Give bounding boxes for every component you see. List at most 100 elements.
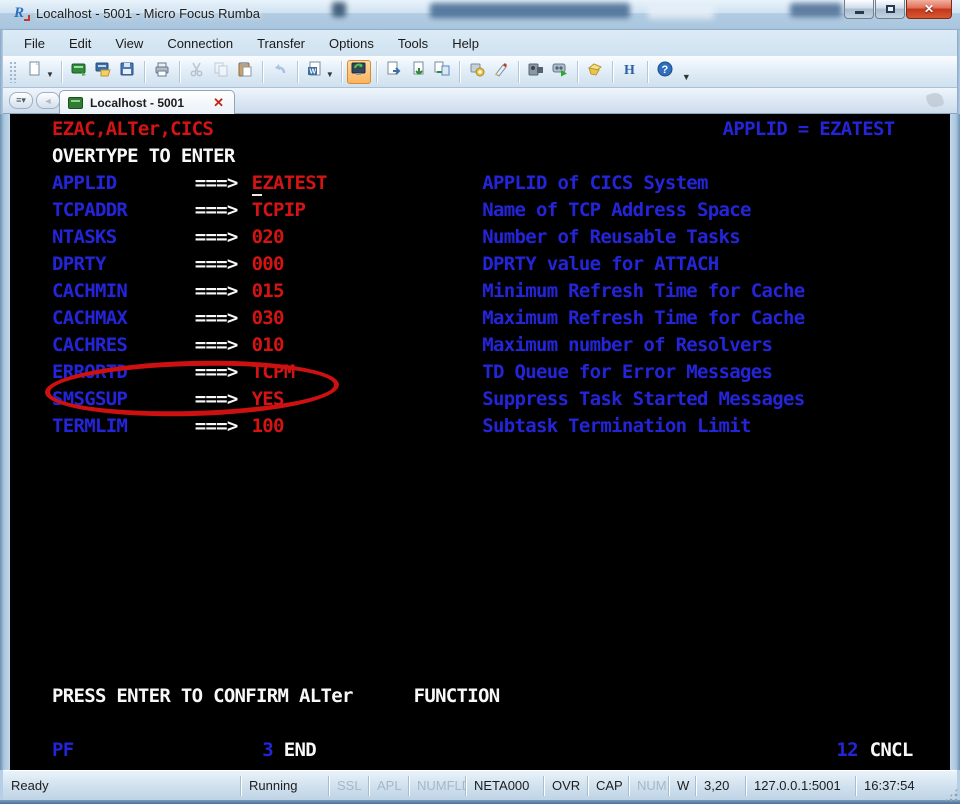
terminal-field-row: DPRTY===>000DPRTY value for ATTACH <box>10 253 951 280</box>
field-description: DPRTY value for ATTACH <box>482 253 718 275</box>
field-description: APPLID of CICS System <box>482 172 708 194</box>
paste-button[interactable] <box>233 60 257 84</box>
hotspots-button[interactable]: H <box>618 60 642 84</box>
print-screen-button[interactable] <box>150 60 174 84</box>
field-value-smsgsup[interactable]: YES <box>252 388 284 410</box>
menu-edit[interactable]: Edit <box>60 33 100 54</box>
tab-scroll-back-button[interactable]: ◄ <box>36 92 60 109</box>
close-icon: ✕ <box>924 2 934 16</box>
field-description: Number of Reusable Tasks <box>482 226 740 248</box>
field-value-dprty[interactable]: 000 <box>252 253 284 275</box>
tab-close-icon[interactable]: ✕ <box>211 95 226 111</box>
toolbar-grip[interactable] <box>9 61 16 83</box>
terminal-3270-icon <box>68 97 83 109</box>
window-title: Localhost - 5001 - Micro Focus Rumba <box>36 6 260 21</box>
field-value-termlim[interactable]: 100 <box>252 415 284 437</box>
tab-localhost-5001[interactable]: Localhost - 5001 ✕ <box>59 90 235 114</box>
terminal-field-row: TCPADDR===>TCPIPName of TCP Address Spac… <box>10 199 951 226</box>
session-configuration-button[interactable] <box>465 60 489 84</box>
menu-view[interactable]: View <box>106 33 152 54</box>
field-value-errortd[interactable]: TCPM <box>252 361 295 383</box>
pf-key-12[interactable]: 12 <box>836 739 857 761</box>
restore-button[interactable] <box>875 0 905 19</box>
toolbar-separator <box>647 61 648 83</box>
menu-options[interactable]: Options <box>320 33 383 54</box>
receive-file-button[interactable] <box>406 60 430 84</box>
cut-button[interactable] <box>185 60 209 84</box>
close-button[interactable]: ✕ <box>906 0 952 19</box>
new-session-button[interactable] <box>23 60 47 84</box>
undo-button[interactable] <box>268 60 292 84</box>
dropdown-caret-icon[interactable]: ▼ <box>46 70 54 79</box>
undo-icon <box>271 60 289 83</box>
paste-icon <box>236 60 254 83</box>
field-description: Maximum number of Resolvers <box>482 334 772 356</box>
toolbar-separator <box>577 61 578 83</box>
connect-icon <box>350 60 368 83</box>
terminal-field-row: TERMLIM===>100Subtask Termination Limit <box>10 415 951 442</box>
cut-icon <box>188 60 206 83</box>
terminal-screen[interactable]: EZAC,ALTer,CICSAPPLID = EZATESTOVERTYPE … <box>10 114 951 770</box>
pf-key-3[interactable]: 3 <box>262 739 273 761</box>
field-description: Maximum Refresh Time for Cache <box>482 307 804 329</box>
display-colors-button[interactable] <box>489 60 513 84</box>
applid-header: APPLID = EZATEST <box>723 118 895 140</box>
menu-tools[interactable]: Tools <box>389 33 437 54</box>
toolbar: ▼W▼H?▼ <box>3 56 957 88</box>
help-icon: ? <box>656 60 674 83</box>
toolbar-overflow-icon[interactable]: ▼ <box>682 72 691 82</box>
hotspots-icon: H <box>621 60 639 83</box>
macro-play-button[interactable] <box>548 60 572 84</box>
status-neta000: NETA000 <box>465 776 543 796</box>
window-border-right <box>950 114 960 770</box>
field-label-cachres: CACHRES <box>52 334 127 356</box>
keyboard-map-button[interactable] <box>583 60 607 84</box>
quick-connect-button[interactable] <box>67 60 91 84</box>
macro-record-button[interactable] <box>524 60 548 84</box>
office-export-button[interactable]: W <box>303 60 327 84</box>
transfer-file-button[interactable] <box>430 60 454 84</box>
toolbar-separator <box>179 61 180 83</box>
menu-file[interactable]: File <box>15 33 54 54</box>
print-screen-icon <box>153 60 171 83</box>
field-value-applid[interactable]: EZATEST <box>252 172 327 194</box>
minimize-button[interactable] <box>844 0 874 19</box>
send-file-button[interactable] <box>382 60 406 84</box>
save-button[interactable] <box>115 60 139 84</box>
field-arrow: ===> <box>195 199 238 221</box>
field-value-cachmin[interactable]: 015 <box>252 280 284 302</box>
display-colors-icon <box>492 60 510 83</box>
terminal-message-row: PRESS ENTER TO CONFIRM ALTerFUNCTION <box>10 685 951 712</box>
field-value-ntasks[interactable]: 020 <box>252 226 284 248</box>
status-num: NUM <box>628 776 668 796</box>
field-value-cachmax[interactable]: 030 <box>252 307 284 329</box>
copy-icon <box>212 60 230 83</box>
field-arrow: ===> <box>195 361 238 383</box>
tab-menu-button[interactable]: ≡▾ <box>9 92 33 109</box>
menu-help[interactable]: Help <box>443 33 488 54</box>
field-value-tcpaddr[interactable]: TCPIP <box>252 199 306 221</box>
terminal-field-row: CACHMAX===>030Maximum Refresh Time for C… <box>10 307 951 334</box>
background-window-fragment <box>430 3 630 18</box>
field-label-cachmax: CACHMAX <box>52 307 127 329</box>
connect-button[interactable] <box>347 60 371 84</box>
open-session-icon <box>94 60 112 83</box>
field-description: Minimum Refresh Time for Cache <box>482 280 804 302</box>
terminal-field-row: CACHMIN===>015Minimum Refresh Time for C… <box>10 280 951 307</box>
send-file-icon <box>385 60 403 83</box>
dropdown-caret-icon[interactable]: ▼ <box>326 70 334 79</box>
field-value-cachres[interactable]: 010 <box>252 334 284 356</box>
open-session-button[interactable] <box>91 60 115 84</box>
menu-transfer[interactable]: Transfer <box>248 33 314 54</box>
field-label-ntasks: NTASKS <box>52 226 116 248</box>
macro-record-icon <box>527 60 545 83</box>
window-border-bottom <box>0 800 960 804</box>
page-peel-icon <box>925 91 944 109</box>
status-w: W <box>668 776 695 796</box>
terminal-header-row: EZAC,ALTer,CICSAPPLID = EZATEST <box>10 118 951 145</box>
menu-connection[interactable]: Connection <box>158 33 242 54</box>
copy-button[interactable] <box>209 60 233 84</box>
toolbar-separator <box>262 61 263 83</box>
help-button[interactable]: ? <box>653 60 677 84</box>
background-window-fragment <box>332 2 346 17</box>
